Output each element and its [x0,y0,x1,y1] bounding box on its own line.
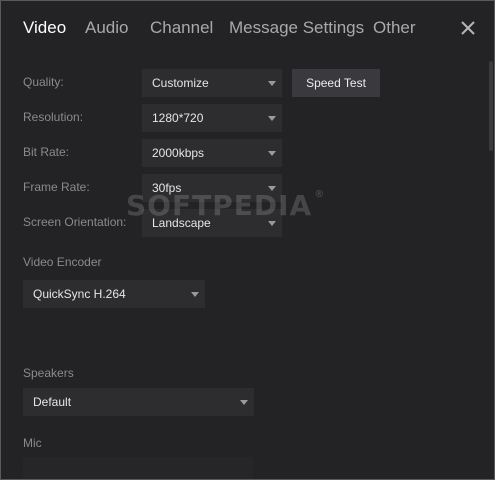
chevron-down-icon [268,116,276,121]
speakers-select[interactable]: Default [23,388,254,416]
resolution-value: 1280*720 [152,111,204,125]
framerate-select[interactable]: 30fps [142,174,282,202]
bitrate-label: Bit Rate: [23,145,70,159]
quality-value: Customize [152,76,209,90]
orientation-select[interactable]: Landscape [142,209,282,237]
orientation-value: Landscape [152,216,211,230]
speakers-label: Speakers [23,366,74,380]
video-encoder-value: QuickSync H.264 [33,287,126,301]
chevron-down-icon [268,186,276,191]
tab-other[interactable]: Other [373,18,416,38]
resolution-select[interactable]: 1280*720 [142,104,282,132]
scrollbar[interactable] [489,61,493,151]
settings-window: Video Audio Channel Message Settings Oth… [0,0,495,480]
quality-select[interactable]: Customize [142,69,282,97]
chevron-down-icon [268,151,276,156]
tab-video[interactable]: Video [23,18,66,38]
close-icon[interactable] [459,19,477,37]
chevron-down-icon [191,292,199,297]
tab-bar: Video Audio Channel Message Settings Oth… [1,1,494,57]
mic-select[interactable] [23,457,253,479]
chevron-down-icon [240,400,248,405]
orientation-label: Screen Orientation: [23,215,127,229]
quality-label: Quality: [23,75,64,89]
mic-label: Mic [23,436,42,450]
video-encoder-label: Video Encoder [23,255,102,269]
bitrate-select[interactable]: 2000kbps [142,139,282,167]
speed-test-button[interactable]: Speed Test [292,69,380,97]
tab-channel[interactable]: Channel [150,18,213,38]
bitrate-value: 2000kbps [152,146,205,160]
video-encoder-select[interactable]: QuickSync H.264 [23,280,205,308]
speakers-value: Default [33,395,72,409]
chevron-down-icon [268,81,276,86]
chevron-down-icon [268,221,276,226]
registered-mark: ® [314,189,326,200]
tab-audio[interactable]: Audio [85,18,128,38]
resolution-label: Resolution: [23,110,84,124]
framerate-value: 30fps [152,181,182,195]
framerate-label: Frame Rate: [23,180,90,194]
tab-message-settings[interactable]: Message Settings [229,18,364,38]
